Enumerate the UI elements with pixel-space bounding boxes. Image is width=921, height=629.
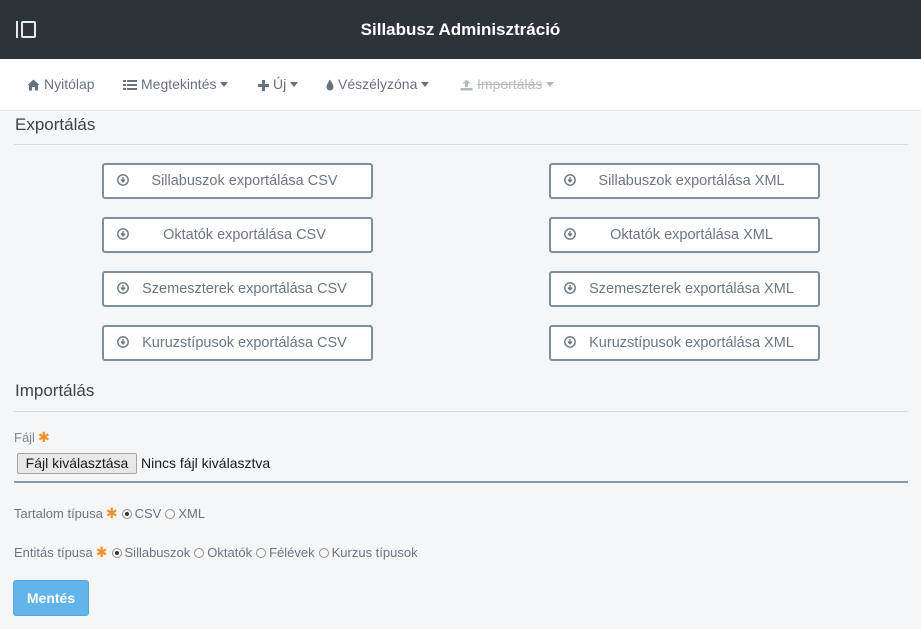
export-course-types-csv-button[interactable]: Kuruzstípusok exportálása CSV <box>102 325 373 361</box>
entity-type-label: Entitás típusa <box>14 545 93 560</box>
entity-syllabi-label[interactable]: Sillabuszok <box>125 545 191 560</box>
export-button-label: Sillabuszok exportálása XML <box>598 173 785 189</box>
entity-course-types-radio[interactable] <box>318 547 329 558</box>
export-teachers-xml-button[interactable]: Oktatók exportálása XML <box>549 217 820 253</box>
file-label-text: Fájl <box>14 430 35 445</box>
file-status-text: Nincs fájl kiválasztva <box>141 455 271 471</box>
export-divider <box>14 144 908 145</box>
entity-teachers-radio[interactable] <box>194 547 205 558</box>
entity-semesters-label[interactable]: Félévek <box>269 545 315 560</box>
entity-syllabi-radio[interactable] <box>111 547 122 558</box>
export-semesters-csv-button[interactable]: Szemeszterek exportálása CSV <box>102 271 373 307</box>
top-bar: Sillabusz Adminisztráció <box>0 0 921 59</box>
chevron-down-icon <box>421 82 430 87</box>
nav-new-label: Új <box>273 76 287 92</box>
upload-icon <box>460 79 473 91</box>
content-type-group: Tartalom típusa ✱ CSV XML <box>14 505 205 522</box>
export-button-label: Kuruzstípusok exportálása XML <box>589 335 794 351</box>
nav-import: Importálás <box>460 59 555 110</box>
export-syllabi-xml-button[interactable]: Sillabuszok exportálása XML <box>549 163 820 199</box>
nav-view[interactable]: Megtekintés <box>123 59 229 110</box>
app-title: Sillabusz Adminisztráció <box>360 20 561 39</box>
nav-view-label: Megtekintés <box>141 76 217 92</box>
entity-course-types-label[interactable]: Kurzus típusok <box>332 545 418 560</box>
import-section-title: Importálás <box>15 381 95 400</box>
content-type-csv-radio[interactable] <box>121 508 132 519</box>
export-button-label: Szemeszterek exportálása CSV <box>142 281 347 297</box>
drop-icon <box>326 79 334 91</box>
chevron-down-icon <box>290 82 299 87</box>
export-button-label: Sillabuszok exportálása CSV <box>151 173 338 189</box>
list-icon <box>123 80 137 90</box>
entity-semesters-radio[interactable] <box>256 547 267 558</box>
entity-type-group: Entitás típusa ✱ Sillabuszok Oktatók Félé… <box>14 544 418 561</box>
export-semesters-xml-button[interactable]: Szemeszterek exportálása XML <box>549 271 820 307</box>
file-field-label: Fájl ✱ <box>14 429 50 446</box>
chevron-down-icon <box>546 82 555 87</box>
nav-danger-zone-label: Vészélyzóna <box>338 76 418 92</box>
nav-danger-zone[interactable]: Vészélyzóna <box>326 59 430 110</box>
plus-icon <box>258 80 269 91</box>
required-asterisk-icon: ✱ <box>95 544 108 560</box>
entity-teachers-label[interactable]: Oktatók <box>207 545 252 560</box>
home-icon <box>27 79 40 91</box>
file-input-underline <box>14 481 908 483</box>
save-button[interactable]: Mentés <box>13 580 89 616</box>
required-asterisk-icon: ✱ <box>105 505 118 521</box>
required-asterisk-icon: ✱ <box>37 429 50 445</box>
export-teachers-csv-button[interactable]: Oktatók exportálása CSV <box>102 217 373 253</box>
chevron-down-icon <box>220 82 229 87</box>
content-type-xml-radio[interactable] <box>165 508 176 519</box>
export-button-label: Oktatók exportálása CSV <box>163 227 326 243</box>
export-button-label: Kuruzstípusok exportálása CSV <box>142 335 347 351</box>
content-type-xml-label[interactable]: XML <box>178 506 205 521</box>
export-course-types-xml-button[interactable]: Kuruzstípusok exportálása XML <box>549 325 820 361</box>
export-section-title: Exportálás <box>15 115 96 134</box>
content-type-csv-label[interactable]: CSV <box>135 506 162 521</box>
export-button-label: Oktatók exportálása XML <box>610 227 773 243</box>
export-syllabi-csv-button[interactable]: Sillabuszok exportálása CSV <box>102 163 373 199</box>
export-button-label: Szemeszterek exportálása XML <box>589 281 794 297</box>
file-choose-button[interactable]: Fájl kiválasztása <box>17 453 137 474</box>
nav-new[interactable]: Új <box>258 59 299 110</box>
nav-import-label: Importálás <box>477 76 543 92</box>
nav-home[interactable]: Nyitólap <box>27 59 95 110</box>
nav-home-label: Nyitólap <box>44 76 95 92</box>
navbar: Nyitólap Megtekintés Új Vészélyzóna Impo… <box>0 59 921 111</box>
import-divider <box>14 411 908 412</box>
content-type-label: Tartalom típusa <box>14 506 103 521</box>
